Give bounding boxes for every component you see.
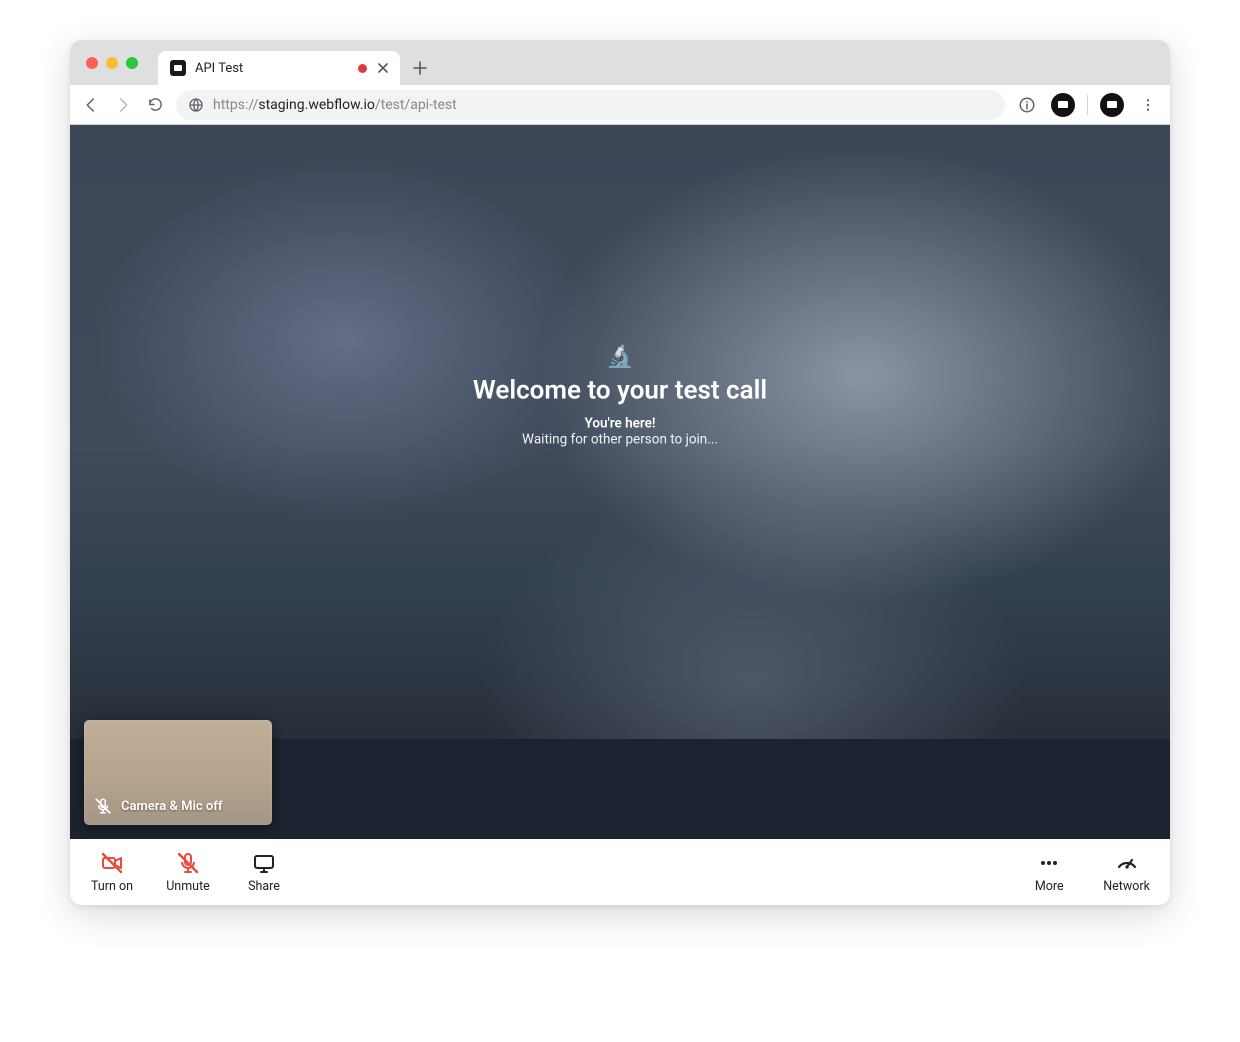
back-button[interactable]	[80, 94, 102, 116]
screenshare-button[interactable]: Share	[242, 851, 286, 894]
toolbar-separator	[1087, 95, 1088, 115]
browser-window: API Test https://staging.webflow.io/te	[70, 40, 1170, 905]
recording-indicator-icon	[358, 64, 367, 73]
welcome-status-waiting: Waiting for other person to join...	[473, 432, 767, 448]
camera-toggle-label: Turn on	[91, 879, 133, 894]
forward-button[interactable]	[112, 94, 134, 116]
url-host: staging.webflow.io	[258, 97, 374, 113]
welcome-status-self: You're here!	[473, 416, 767, 432]
new-tab-button[interactable]	[406, 54, 434, 82]
reload-button[interactable]	[144, 94, 166, 116]
self-view-status: Camera & Mic off	[94, 797, 222, 815]
tab-favicon-icon	[170, 60, 186, 76]
toolbar-right-icons	[1015, 93, 1160, 117]
self-view-tile[interactable]: Camera & Mic off	[84, 720, 272, 825]
window-maximize-icon[interactable]	[126, 57, 138, 69]
browser-toolbar: https://staging.webflow.io/test/api-test	[70, 85, 1170, 125]
url-path: /test/api-test	[375, 97, 457, 113]
window-minimize-icon[interactable]	[106, 57, 118, 69]
mic-toggle-button[interactable]: Unmute	[166, 851, 210, 894]
window-close-icon[interactable]	[86, 57, 98, 69]
camera-off-icon	[100, 851, 124, 875]
browser-menu-button[interactable]	[1136, 93, 1160, 117]
network-icon	[1115, 851, 1139, 875]
camera-toggle-button[interactable]: Turn on	[90, 851, 134, 894]
url-scheme: https://	[213, 97, 258, 113]
tab-close-button[interactable]	[376, 61, 390, 75]
profile-avatar-icon[interactable]	[1100, 93, 1124, 117]
network-status-label: Network	[1103, 879, 1150, 894]
network-status-button[interactable]: Network	[1103, 851, 1150, 894]
window-traffic-lights[interactable]	[80, 40, 144, 85]
screenshare-label: Share	[248, 879, 280, 894]
self-view-status-text: Camera & Mic off	[121, 799, 222, 814]
microscope-icon: 🔬	[473, 345, 767, 370]
page-info-icon[interactable]	[1015, 93, 1039, 117]
call-control-bar: Turn on Unmute	[70, 839, 1170, 905]
mic-toggle-label: Unmute	[166, 879, 210, 894]
more-menu-label: More	[1035, 879, 1064, 894]
welcome-panel: 🔬 Welcome to your test call You're here!…	[473, 345, 767, 448]
more-icon	[1037, 851, 1061, 875]
tab-strip: API Test	[70, 40, 1170, 85]
remote-video-placeholder: 🔬 Welcome to your test call You're here!…	[70, 125, 1170, 839]
site-info-icon[interactable]	[188, 97, 204, 113]
mic-muted-icon	[176, 851, 200, 875]
more-menu-button[interactable]: More	[1027, 851, 1071, 894]
camera-extension-icon[interactable]	[1051, 93, 1075, 117]
url-text: https://staging.webflow.io/test/api-test	[213, 97, 457, 113]
mic-off-icon	[94, 797, 112, 815]
tab-title: API Test	[195, 61, 243, 76]
welcome-heading: Welcome to your test call	[473, 376, 767, 406]
page-content: 🔬 Welcome to your test call You're here!…	[70, 125, 1170, 905]
browser-tab[interactable]: API Test	[158, 51, 400, 85]
address-bar[interactable]: https://staging.webflow.io/test/api-test	[176, 90, 1005, 120]
screenshare-icon	[252, 851, 276, 875]
